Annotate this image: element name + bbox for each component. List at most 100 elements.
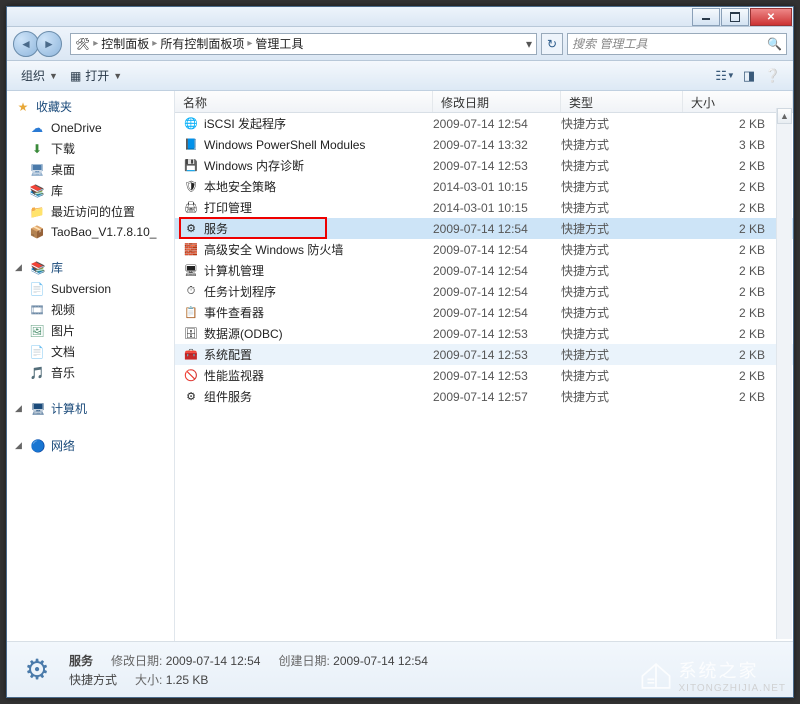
file-type: 快捷方式 [561, 346, 683, 363]
file-name: 服务 [204, 220, 228, 237]
breadcrumb-dropdown-icon[interactable]: ▾ [526, 37, 532, 51]
folder-icon: 📄 [29, 281, 45, 297]
file-row[interactable]: 🛡本地安全策略 2014-03-01 10:15 快捷方式 2 KB [175, 176, 793, 197]
close-button[interactable] [750, 8, 792, 26]
sidebar-item-label: OneDrive [51, 121, 102, 135]
details-created-value: 2009-07-14 12:54 [333, 654, 428, 668]
explorer-window: ◄ ► 🛠 ▸ 控制面板 ▸ 所有控制面板项 ▸ 管理工具 ▾ ↻ 搜索 管理工… [6, 6, 794, 698]
file-icon: 📘 [183, 137, 199, 153]
view-options-button[interactable]: ☷ ▼ [713, 65, 737, 87]
sidebar-item[interactable]: 🖼 图片 [7, 320, 174, 341]
file-date: 2009-07-14 12:54 [433, 243, 561, 257]
file-icon: 🚫 [183, 368, 199, 384]
file-icon: ⏱ [183, 284, 199, 300]
file-row[interactable]: 🖥计算机管理 2009-07-14 12:54 快捷方式 2 KB [175, 260, 793, 281]
file-date: 2014-03-01 10:15 [433, 180, 561, 194]
file-row[interactable]: ⚙组件服务 2009-07-14 12:57 快捷方式 2 KB [175, 386, 793, 407]
file-row[interactable]: 🗄数据源(ODBC) 2009-07-14 12:53 快捷方式 2 KB [175, 323, 793, 344]
dropdown-icon: ▼ [113, 71, 122, 81]
sidebar-item[interactable]: 🎵音乐 [7, 362, 174, 383]
file-row[interactable]: 💾Windows 内存诊断 2009-07-14 12:53 快捷方式 2 KB [175, 155, 793, 176]
file-name: Windows PowerShell Modules [204, 138, 365, 152]
file-date: 2009-07-14 12:54 [433, 306, 561, 320]
file-name: 高级安全 Windows 防火墙 [204, 241, 343, 258]
sidebar-item[interactable]: 📚库 [7, 180, 174, 201]
help-button[interactable]: ❔ [761, 65, 785, 87]
file-type: 快捷方式 [561, 241, 683, 258]
file-name: 性能监视器 [204, 367, 264, 384]
sidebar-item[interactable]: 🖥桌面 [7, 159, 174, 180]
file-type: 快捷方式 [561, 325, 683, 342]
file-icon: 🧰 [183, 347, 199, 363]
sidebar-item[interactable]: 📦TaoBao_V1.7.8.10_ [7, 222, 174, 242]
sidebar-item-label: TaoBao_V1.7.8.10_ [51, 225, 156, 239]
column-name[interactable]: 名称 [175, 91, 433, 112]
refresh-button[interactable]: ↻ [541, 33, 563, 55]
file-name: iSCSI 发起程序 [204, 115, 286, 132]
scroll-up-icon[interactable]: ▲ [777, 108, 792, 124]
file-icon: 🖨 [183, 200, 199, 216]
sidebar-group-header[interactable]: ★收藏夹 [7, 95, 174, 118]
preview-pane-button[interactable]: ◨ [737, 65, 761, 87]
sidebar-group-header[interactable]: ◢🔵网络 [7, 434, 174, 457]
search-icon[interactable]: 🔍 [767, 37, 782, 51]
maximize-button[interactable] [721, 8, 749, 26]
folder-icon: 🖼 [29, 323, 45, 339]
breadcrumb-bar[interactable]: 🛠 ▸ 控制面板 ▸ 所有控制面板项 ▸ 管理工具 ▾ [70, 33, 537, 55]
open-label: 打开 [85, 67, 109, 84]
file-row[interactable]: ⚙服务 2009-07-14 12:54 快捷方式 2 KB [175, 218, 793, 239]
sidebar-item[interactable]: ⬇ 下载 [7, 138, 174, 159]
open-button[interactable]: ▦ 打开 ▼ [64, 64, 128, 87]
column-date[interactable]: 修改日期 [433, 91, 561, 112]
sidebar-group-header[interactable]: ◢🖥计算机 [7, 397, 174, 420]
file-row[interactable]: 🌐iSCSI 发起程序 2009-07-14 12:54 快捷方式 2 KB [175, 113, 793, 134]
file-date: 2009-07-14 12:53 [433, 159, 561, 173]
nav-forward-button[interactable]: ► [36, 31, 62, 57]
file-icon: 📋 [183, 305, 199, 321]
toolbar: 组织 ▼ ▦ 打开 ▼ ☷ ▼ ◨ ❔ [7, 61, 793, 91]
chevron-icon: ◢ [15, 262, 23, 273]
column-type[interactable]: 类型 [561, 91, 683, 112]
breadcrumb-item[interactable]: 所有控制面板项 [160, 35, 244, 52]
file-row[interactable]: 🧱高级安全 Windows 防火墙 2009-07-14 12:54 快捷方式 … [175, 239, 793, 260]
file-row[interactable]: 🧰系统配置 2009-07-14 12:53 快捷方式 2 KB [175, 344, 793, 365]
file-row[interactable]: 🚫性能监视器 2009-07-14 12:53 快捷方式 2 KB [175, 365, 793, 386]
address-bar: ◄ ► 🛠 ▸ 控制面板 ▸ 所有控制面板项 ▸ 管理工具 ▾ ↻ 搜索 管理工… [7, 27, 793, 61]
file-row[interactable]: 🖨打印管理 2014-03-01 10:15 快捷方式 2 KB [175, 197, 793, 218]
sidebar-item-label: 图片 [51, 322, 75, 339]
folder-icon: 🎵 [29, 365, 45, 381]
file-type: 快捷方式 [561, 283, 683, 300]
file-icon: 🗄 [183, 326, 199, 342]
sidebar-item[interactable]: 📄Subversion [7, 279, 174, 299]
sidebar-item-label: 文档 [51, 343, 75, 360]
sidebar-item[interactable]: ☁OneDrive [7, 118, 174, 138]
breadcrumb-sep-icon: ▸ [93, 38, 98, 49]
sidebar-item[interactable]: 📄 文档 [7, 341, 174, 362]
watermark-text: 系统之家 [679, 657, 787, 683]
details-date-value: 2009-07-14 12:54 [166, 654, 261, 668]
folder-icon: 📚 [29, 183, 45, 199]
sidebar-item[interactable]: 📁最近访问的位置 [7, 201, 174, 222]
sidebar-group-header[interactable]: ◢📚库 [7, 256, 174, 279]
file-row[interactable]: ⏱任务计划程序 2009-07-14 12:54 快捷方式 2 KB [175, 281, 793, 302]
search-input[interactable]: 搜索 管理工具 🔍 [567, 33, 787, 55]
sidebar-item-label: 下载 [51, 140, 75, 157]
minimize-button[interactable] [692, 8, 720, 26]
file-row[interactable]: 📘Windows PowerShell Modules 2009-07-14 1… [175, 134, 793, 155]
sidebar-item-label: 库 [51, 182, 63, 199]
file-type: 快捷方式 [561, 220, 683, 237]
sidebar-item-label: 视频 [51, 301, 75, 318]
file-icon: 💾 [183, 158, 199, 174]
group-icon: 🔵 [30, 438, 46, 454]
organize-button[interactable]: 组织 ▼ [15, 64, 64, 87]
sidebar-item[interactable]: 🎞视频 [7, 299, 174, 320]
house-icon [639, 662, 673, 690]
breadcrumb-item[interactable]: 控制面板 [101, 35, 149, 52]
vertical-scrollbar[interactable]: ▲ [776, 108, 792, 639]
file-row[interactable]: 📋事件查看器 2009-07-14 12:54 快捷方式 2 KB [175, 302, 793, 323]
folder-icon: ⬇ [29, 141, 45, 157]
file-rows: 🌐iSCSI 发起程序 2009-07-14 12:54 快捷方式 2 KB 📘… [175, 113, 793, 641]
folder-icon: 🖥 [29, 162, 45, 178]
folder-icon: 📄 [29, 344, 45, 360]
breadcrumb-item[interactable]: 管理工具 [255, 35, 303, 52]
